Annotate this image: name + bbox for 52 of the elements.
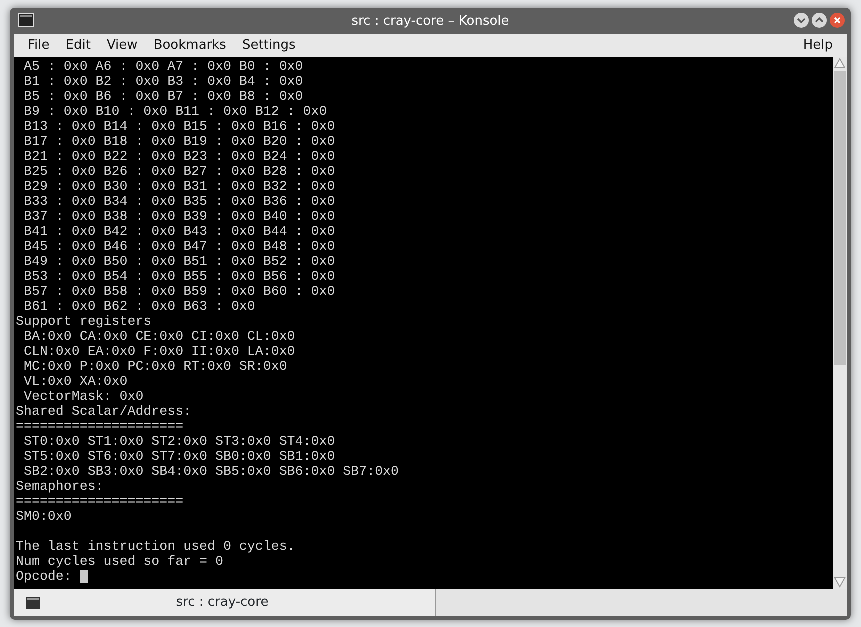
terminal-line: MC:0x0 P:0x0 PC:0x0 RT:0x0 SR:0x0: [22, 359, 288, 374]
menu-item[interactable]: File: [20, 36, 58, 56]
scrollbar-thumb[interactable]: [834, 71, 846, 365]
terminal-icon: [18, 13, 34, 27]
terminal-line: B37 : 0x0 B38 : 0x0 B39 : 0x0 B40 : 0x0: [22, 209, 336, 224]
terminal-line: B49 : 0x0 B50 : 0x0 B51 : 0x0 B52 : 0x0: [22, 254, 336, 269]
terminal-line: B57 : 0x0 B58 : 0x0 B59 : 0x0 B60 : 0x0: [22, 284, 336, 299]
terminal-line: =====================: [16, 494, 184, 509]
terminal-line: Shared Scalar/Address:: [16, 404, 192, 419]
terminal-line: SM0:0x0: [16, 509, 72, 524]
text-cursor: [80, 570, 88, 583]
terminal-line: B9 : 0x0 B10 : 0x0 B11 : 0x0 B12 : 0x0: [22, 104, 328, 119]
menu-item[interactable]: Settings: [234, 36, 304, 56]
terminal-line: A5 : 0x0 A6 : 0x0 A7 : 0x0 B0 : 0x0: [22, 59, 304, 74]
terminal-line: B17 : 0x0 B18 : 0x0 B19 : 0x0 B20 : 0x0: [22, 134, 336, 149]
terminal-line: ST5:0x0 ST6:0x0 ST7:0x0 SB0:0x0 SB1:0x0: [22, 449, 336, 464]
prompt-text: Opcode:: [16, 569, 72, 584]
chevron-up-icon: [815, 16, 824, 25]
terminal-line: B45 : 0x0 B46 : 0x0 B47 : 0x0 B48 : 0x0: [22, 239, 336, 254]
terminal-line: Support registers: [16, 314, 152, 329]
terminal-line: VectorMask: 0x0: [22, 389, 144, 404]
terminal-line: Semaphores:: [16, 479, 104, 494]
terminal-line: B13 : 0x0 B14 : 0x0 B15 : 0x0 B16 : 0x0: [22, 119, 336, 134]
menu-item[interactable]: Help: [795, 36, 841, 56]
terminal-icon: [26, 596, 40, 608]
terminal-line: B33 : 0x0 B34 : 0x0 B35 : 0x0 B36 : 0x0: [22, 194, 336, 209]
terminal-line: VL:0x0 XA:0x0: [22, 374, 128, 389]
terminal-line: =====================: [16, 419, 184, 434]
terminal-line: Num cycles used so far = 0: [16, 554, 224, 569]
terminal-line: B61 : 0x0 B62 : 0x0 B63 : 0x0: [22, 299, 256, 314]
terminal-line: SB2:0x0 SB3:0x0 SB4:0x0 SB5:0x0 SB6:0x0 SB7:0x0: [22, 464, 400, 479]
chevron-down-icon: [797, 16, 806, 25]
terminal-line: B41 : 0x0 B42 : 0x0 B43 : 0x0 B44 : 0x0: [22, 224, 336, 239]
terminal-line: BA:0x0 CA:0x0 CE:0x0 CI:0x0 CL:0x0: [22, 329, 296, 344]
terminal-line: CLN:0x0 EA:0x0 F:0x0 II:0x0 LA:0x0: [22, 344, 296, 359]
terminal-line: B25 : 0x0 B26 : 0x0 B27 : 0x0 B28 : 0x0: [22, 164, 336, 179]
menu-item[interactable]: Edit: [58, 36, 99, 56]
tab[interactable]: src : cray-core: [14, 589, 436, 616]
menu-item[interactable]: View: [98, 36, 146, 56]
terminal-line: B5 : 0x0 B6 : 0x0 B7 : 0x0 B8 : 0x0: [22, 89, 304, 104]
menu-item[interactable]: Bookmarks: [146, 36, 234, 56]
terminal-line: The last instruction used 0 cycles.: [16, 539, 296, 554]
minimize-button[interactable]: [794, 13, 809, 28]
terminal-line: ST0:0x0 ST1:0x0 ST2:0x0 ST3:0x0 ST4:0x0: [22, 434, 336, 449]
maximize-button[interactable]: [812, 13, 827, 28]
terminal-line: B21 : 0x0 B22 : 0x0 B23 : 0x0 B24 : 0x0: [22, 149, 336, 164]
close-icon: [833, 16, 842, 25]
window-title: src : cray-core – Konsole: [352, 13, 510, 31]
terminal-line: B1 : 0x0 B2 : 0x0 B3 : 0x0 B4 : 0x0: [22, 74, 304, 89]
terminal-line: B29 : 0x0 B30 : 0x0 B31 : 0x0 B32 : 0x0: [22, 179, 336, 194]
terminal-line: B53 : 0x0 B54 : 0x0 B55 : 0x0 B56 : 0x0: [22, 269, 336, 284]
close-button[interactable]: [830, 13, 845, 28]
